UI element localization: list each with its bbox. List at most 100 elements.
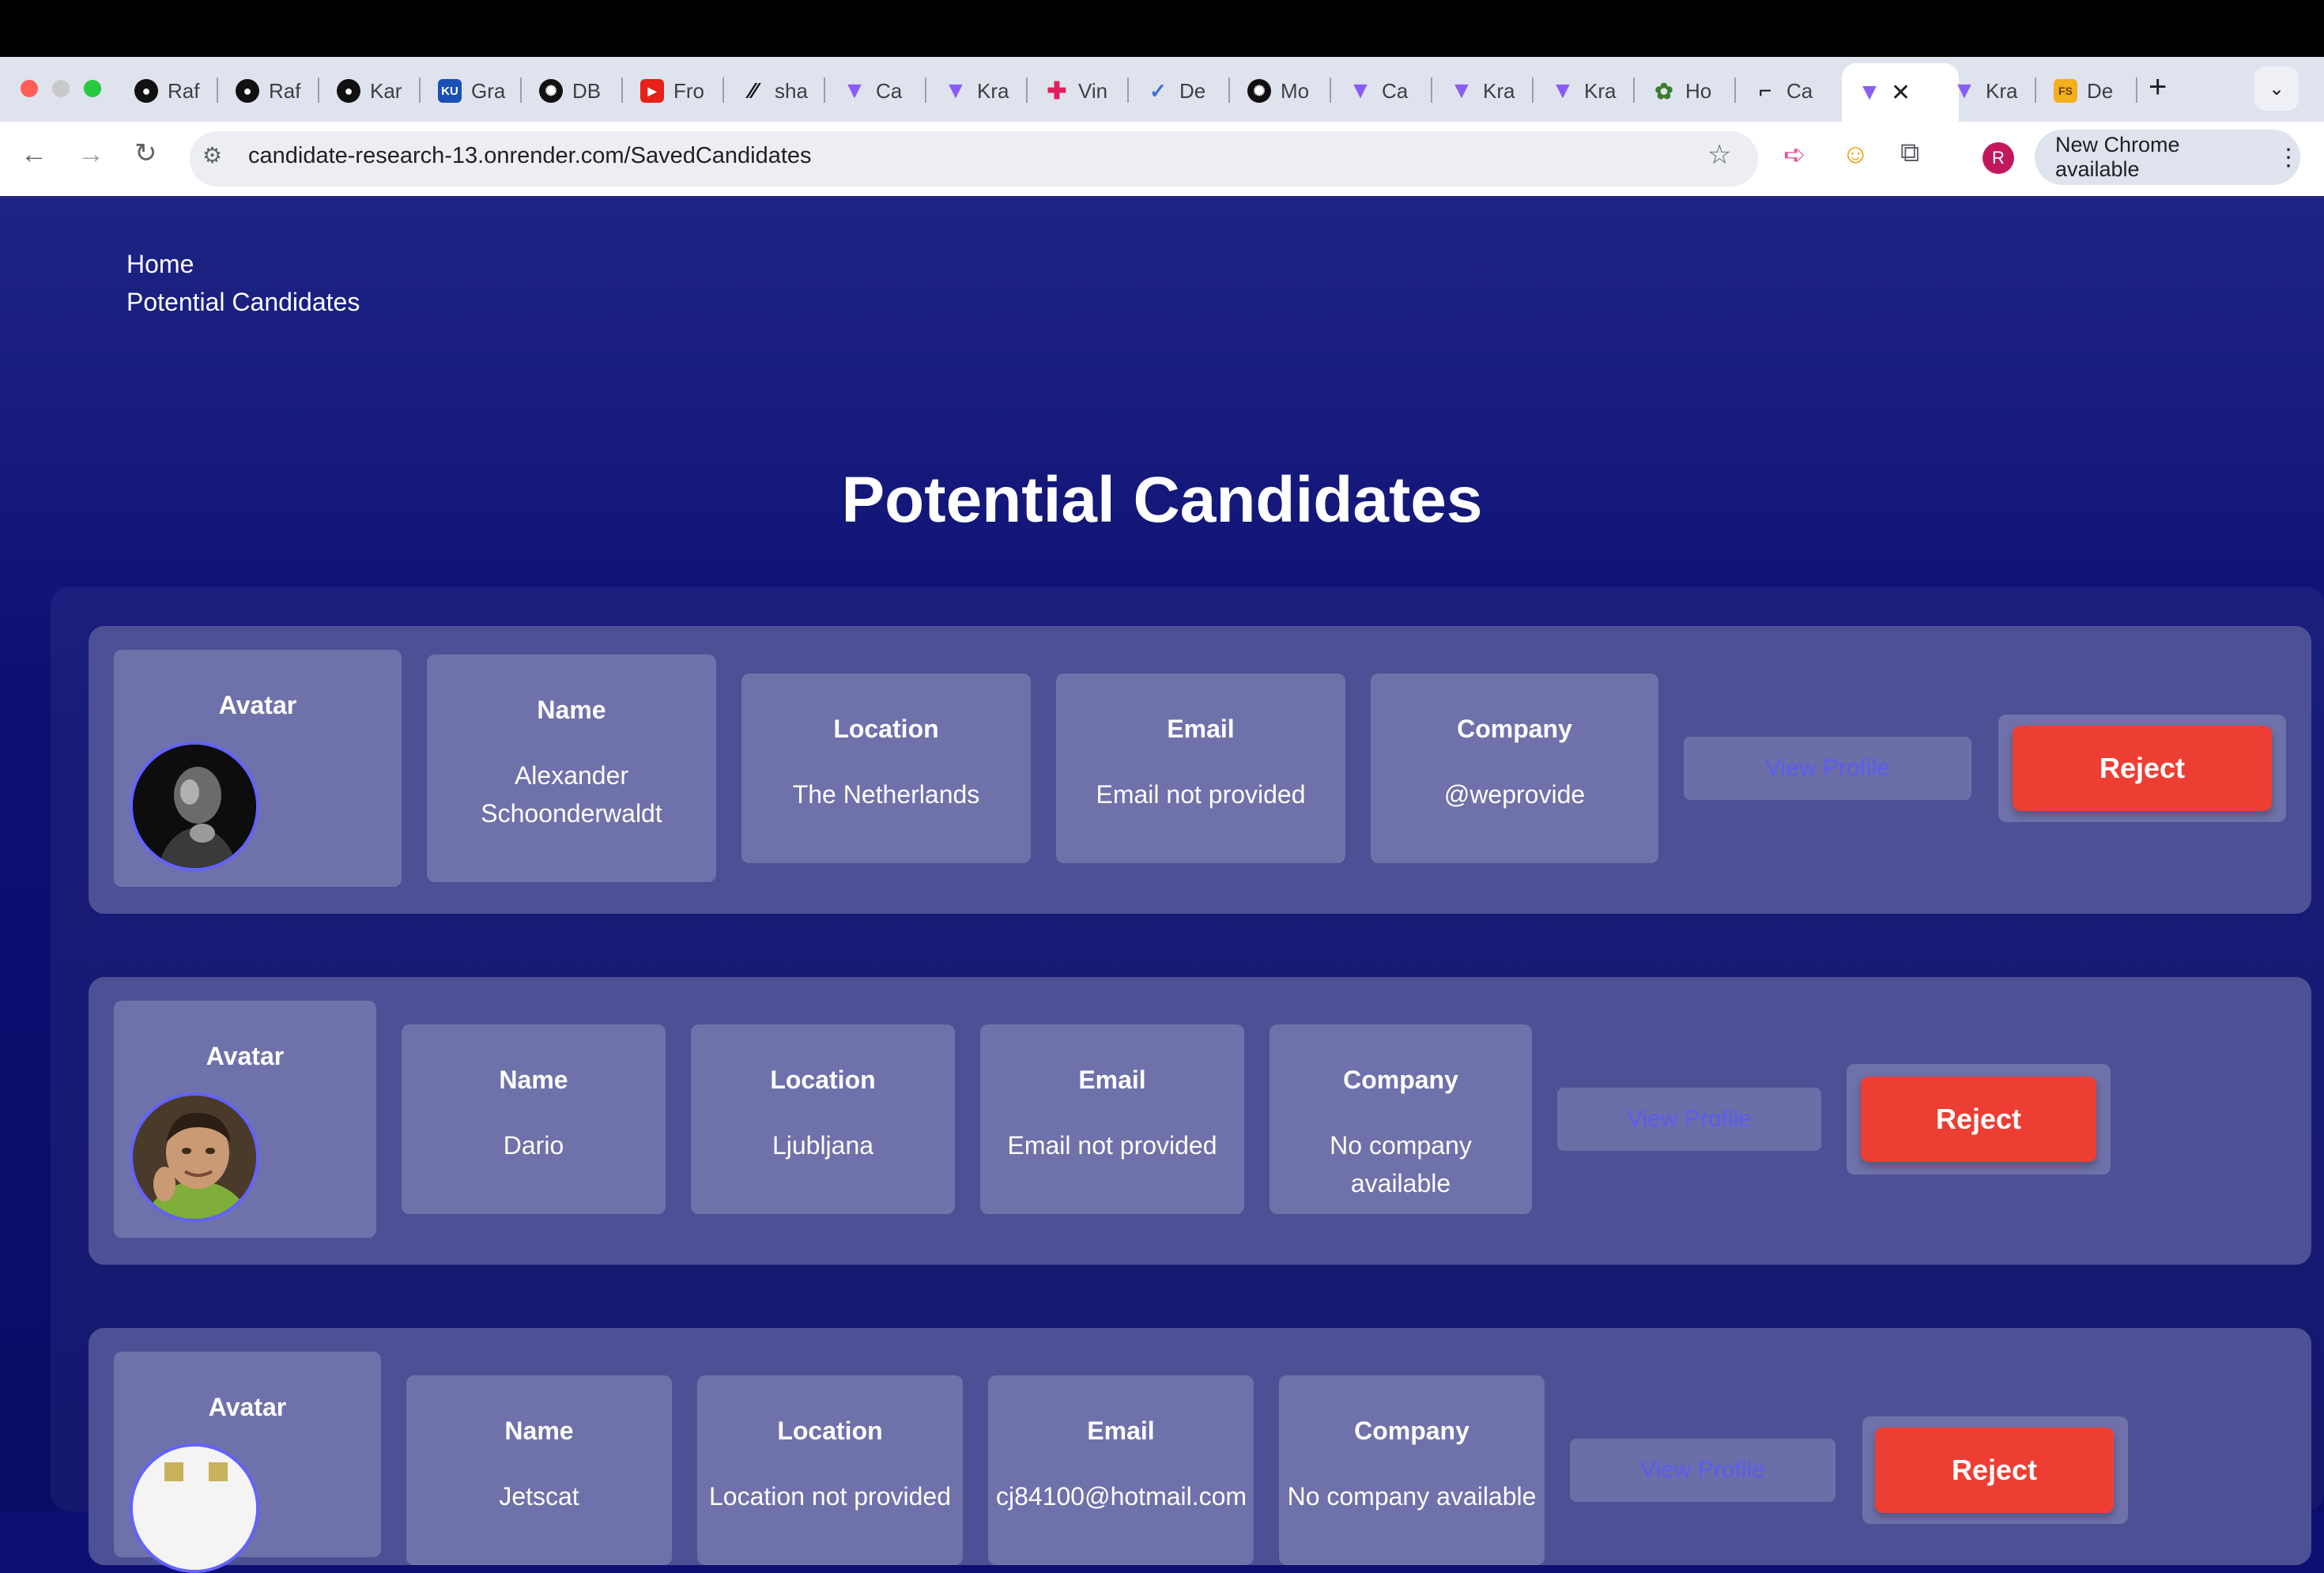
- browser-tab[interactable]: ⌐ Ca: [1753, 66, 1821, 115]
- browser-tab[interactable]: ● Raf: [236, 66, 304, 115]
- tab-divider: [1026, 77, 1028, 103]
- tab-divider: [1127, 77, 1129, 103]
- name-header: Name: [504, 1416, 574, 1445]
- browser-tab[interactable]: ▼ Kra: [1551, 66, 1619, 115]
- openai-icon: ✺: [539, 79, 563, 103]
- location-card: Location Ljubljana: [691, 1024, 955, 1214]
- tab-divider: [925, 77, 926, 103]
- bookmark-star-icon[interactable]: ☆: [1707, 139, 1731, 171]
- location-header: Location: [833, 715, 939, 743]
- browser-tab[interactable]: ● Kar: [337, 66, 405, 115]
- candidate-email: Email not provided: [1007, 1131, 1217, 1160]
- name-header: Name: [499, 1066, 568, 1094]
- profile-initial: R: [1992, 148, 2005, 168]
- browser-tab[interactable]: ▼ Ca: [843, 66, 911, 115]
- candidate-location: The Netherlands: [792, 780, 980, 809]
- new-tab-icon[interactable]: +: [2149, 70, 2167, 105]
- back-icon[interactable]: ←: [21, 139, 47, 170]
- view-profile-button[interactable]: View Profile: [1570, 1439, 1835, 1502]
- tab-divider: [1431, 77, 1432, 103]
- browser-tab[interactable]: ▼ Kra: [1450, 66, 1518, 115]
- bird-icon: ✓: [1149, 78, 1167, 103]
- view-profile-button[interactable]: View Profile: [1557, 1088, 1821, 1151]
- email-card: Email Email not provided: [1056, 673, 1345, 863]
- page-title: Potential Candidates: [841, 464, 1483, 536]
- browser-tab[interactable]: ✺ DB: [539, 66, 607, 115]
- avatar-header: Avatar: [218, 691, 297, 719]
- extension-icon[interactable]: ➪: [1783, 139, 1806, 171]
- github-icon: ●: [337, 79, 360, 103]
- close-window-button[interactable]: [21, 80, 38, 97]
- menu-kebab-icon[interactable]: ⋮: [2277, 144, 2300, 172]
- avatar-header: Avatar: [206, 1042, 285, 1070]
- location-card: Location Location not provided: [697, 1375, 963, 1565]
- github-icon: ●: [134, 79, 158, 103]
- vite-icon: ▼: [944, 77, 968, 104]
- browser-tab[interactable]: ✚ Vin: [1045, 66, 1113, 115]
- company-header: Company: [1457, 715, 1572, 743]
- profile-avatar-icon[interactable]: R: [1983, 142, 2014, 174]
- reject-button[interactable]: Reject: [1861, 1077, 2096, 1162]
- vite-icon: ▼: [843, 77, 866, 104]
- company-card: Company @weprovide: [1371, 673, 1658, 863]
- browser-tab[interactable]: ✿ Ho: [1652, 66, 1720, 115]
- browser-tab[interactable]: ▼ Kra: [1952, 66, 2020, 115]
- candidate-company: No company available: [1287, 1482, 1537, 1511]
- candidate-email: cj84100@hotmail.com: [996, 1482, 1247, 1511]
- macos-menubar: [0, 0, 2324, 57]
- candidate-avatar: [130, 1092, 259, 1222]
- browser-tab[interactable]: FS De: [2054, 66, 2122, 115]
- nav-link-home[interactable]: Home: [126, 250, 194, 279]
- slash-icon: ⁄⁄: [749, 78, 757, 103]
- browser-tab-active[interactable]: ▼ ✕: [1842, 63, 1959, 122]
- reload-icon[interactable]: ↻: [134, 138, 157, 169]
- browser-tab[interactable]: ✺ Mo: [1247, 66, 1315, 115]
- name-card: Name Alexander Schoonderwaldt: [427, 654, 716, 882]
- extensions-puzzle-icon[interactable]: ⧉: [1900, 138, 1919, 168]
- tab-divider: [2136, 77, 2137, 103]
- url-text[interactable]: candidate-research-13.onrender.com/Saved…: [248, 143, 812, 169]
- tab-divider: [722, 77, 724, 103]
- globe-icon: ✿: [1654, 78, 1673, 104]
- tab-divider: [419, 77, 421, 103]
- update-chrome-button[interactable]: New Chrome available ⋮: [2035, 130, 2300, 185]
- name-card: Name Jetscat: [406, 1375, 672, 1565]
- tab-divider: [621, 77, 623, 103]
- name-card: Name Dario: [402, 1024, 666, 1214]
- view-profile-button[interactable]: View Profile: [1684, 737, 1971, 800]
- browser-tab[interactable]: ⁄⁄ sha: [741, 66, 809, 115]
- reject-button[interactable]: Reject: [1875, 1428, 2114, 1513]
- browser-tab[interactable]: KU Gra: [438, 66, 506, 115]
- extension-icon-2[interactable]: ☺: [1842, 139, 1869, 170]
- ku-icon: KU: [438, 79, 462, 103]
- forward-icon[interactable]: →: [77, 139, 104, 170]
- nav-link-potential-candidates[interactable]: Potential Candidates: [126, 288, 360, 317]
- tab-divider: [1228, 77, 1230, 103]
- browser-tab[interactable]: ✓ De: [1146, 66, 1214, 115]
- tab-divider: [520, 77, 522, 103]
- tab-divider: [217, 77, 218, 103]
- candidate-location: Ljubljana: [772, 1131, 874, 1160]
- github-icon: ●: [236, 79, 259, 103]
- browser-tab[interactable]: ▼ Kra: [944, 66, 1012, 115]
- company-header: Company: [1343, 1066, 1458, 1094]
- youtube-icon: ▶: [640, 79, 664, 103]
- tab-divider: [1633, 77, 1635, 103]
- minimize-window-button[interactable]: [52, 80, 70, 97]
- zoom-window-button[interactable]: [84, 80, 101, 97]
- site-info-icon[interactable]: ⚙: [202, 142, 222, 168]
- name-header: Name: [537, 696, 606, 724]
- company-card: Company No company available: [1279, 1375, 1545, 1565]
- avatar-header: Avatar: [208, 1393, 287, 1421]
- tab-search-icon[interactable]: ⌄: [2254, 66, 2299, 111]
- reject-button[interactable]: Reject: [2013, 726, 2272, 811]
- render-icon: ⌐: [1758, 78, 1772, 103]
- update-label: New Chrome available: [2055, 133, 2180, 181]
- close-tab-icon[interactable]: ✕: [1891, 79, 1911, 107]
- candidate-company: @weprovide: [1443, 780, 1586, 809]
- slack-icon: ✚: [1047, 77, 1067, 104]
- browser-tab[interactable]: ▶ Fro: [640, 66, 708, 115]
- vite-icon: ▼: [1349, 77, 1372, 104]
- browser-tab[interactable]: ● Raf: [134, 66, 202, 115]
- browser-tab[interactable]: ▼ Ca: [1349, 66, 1417, 115]
